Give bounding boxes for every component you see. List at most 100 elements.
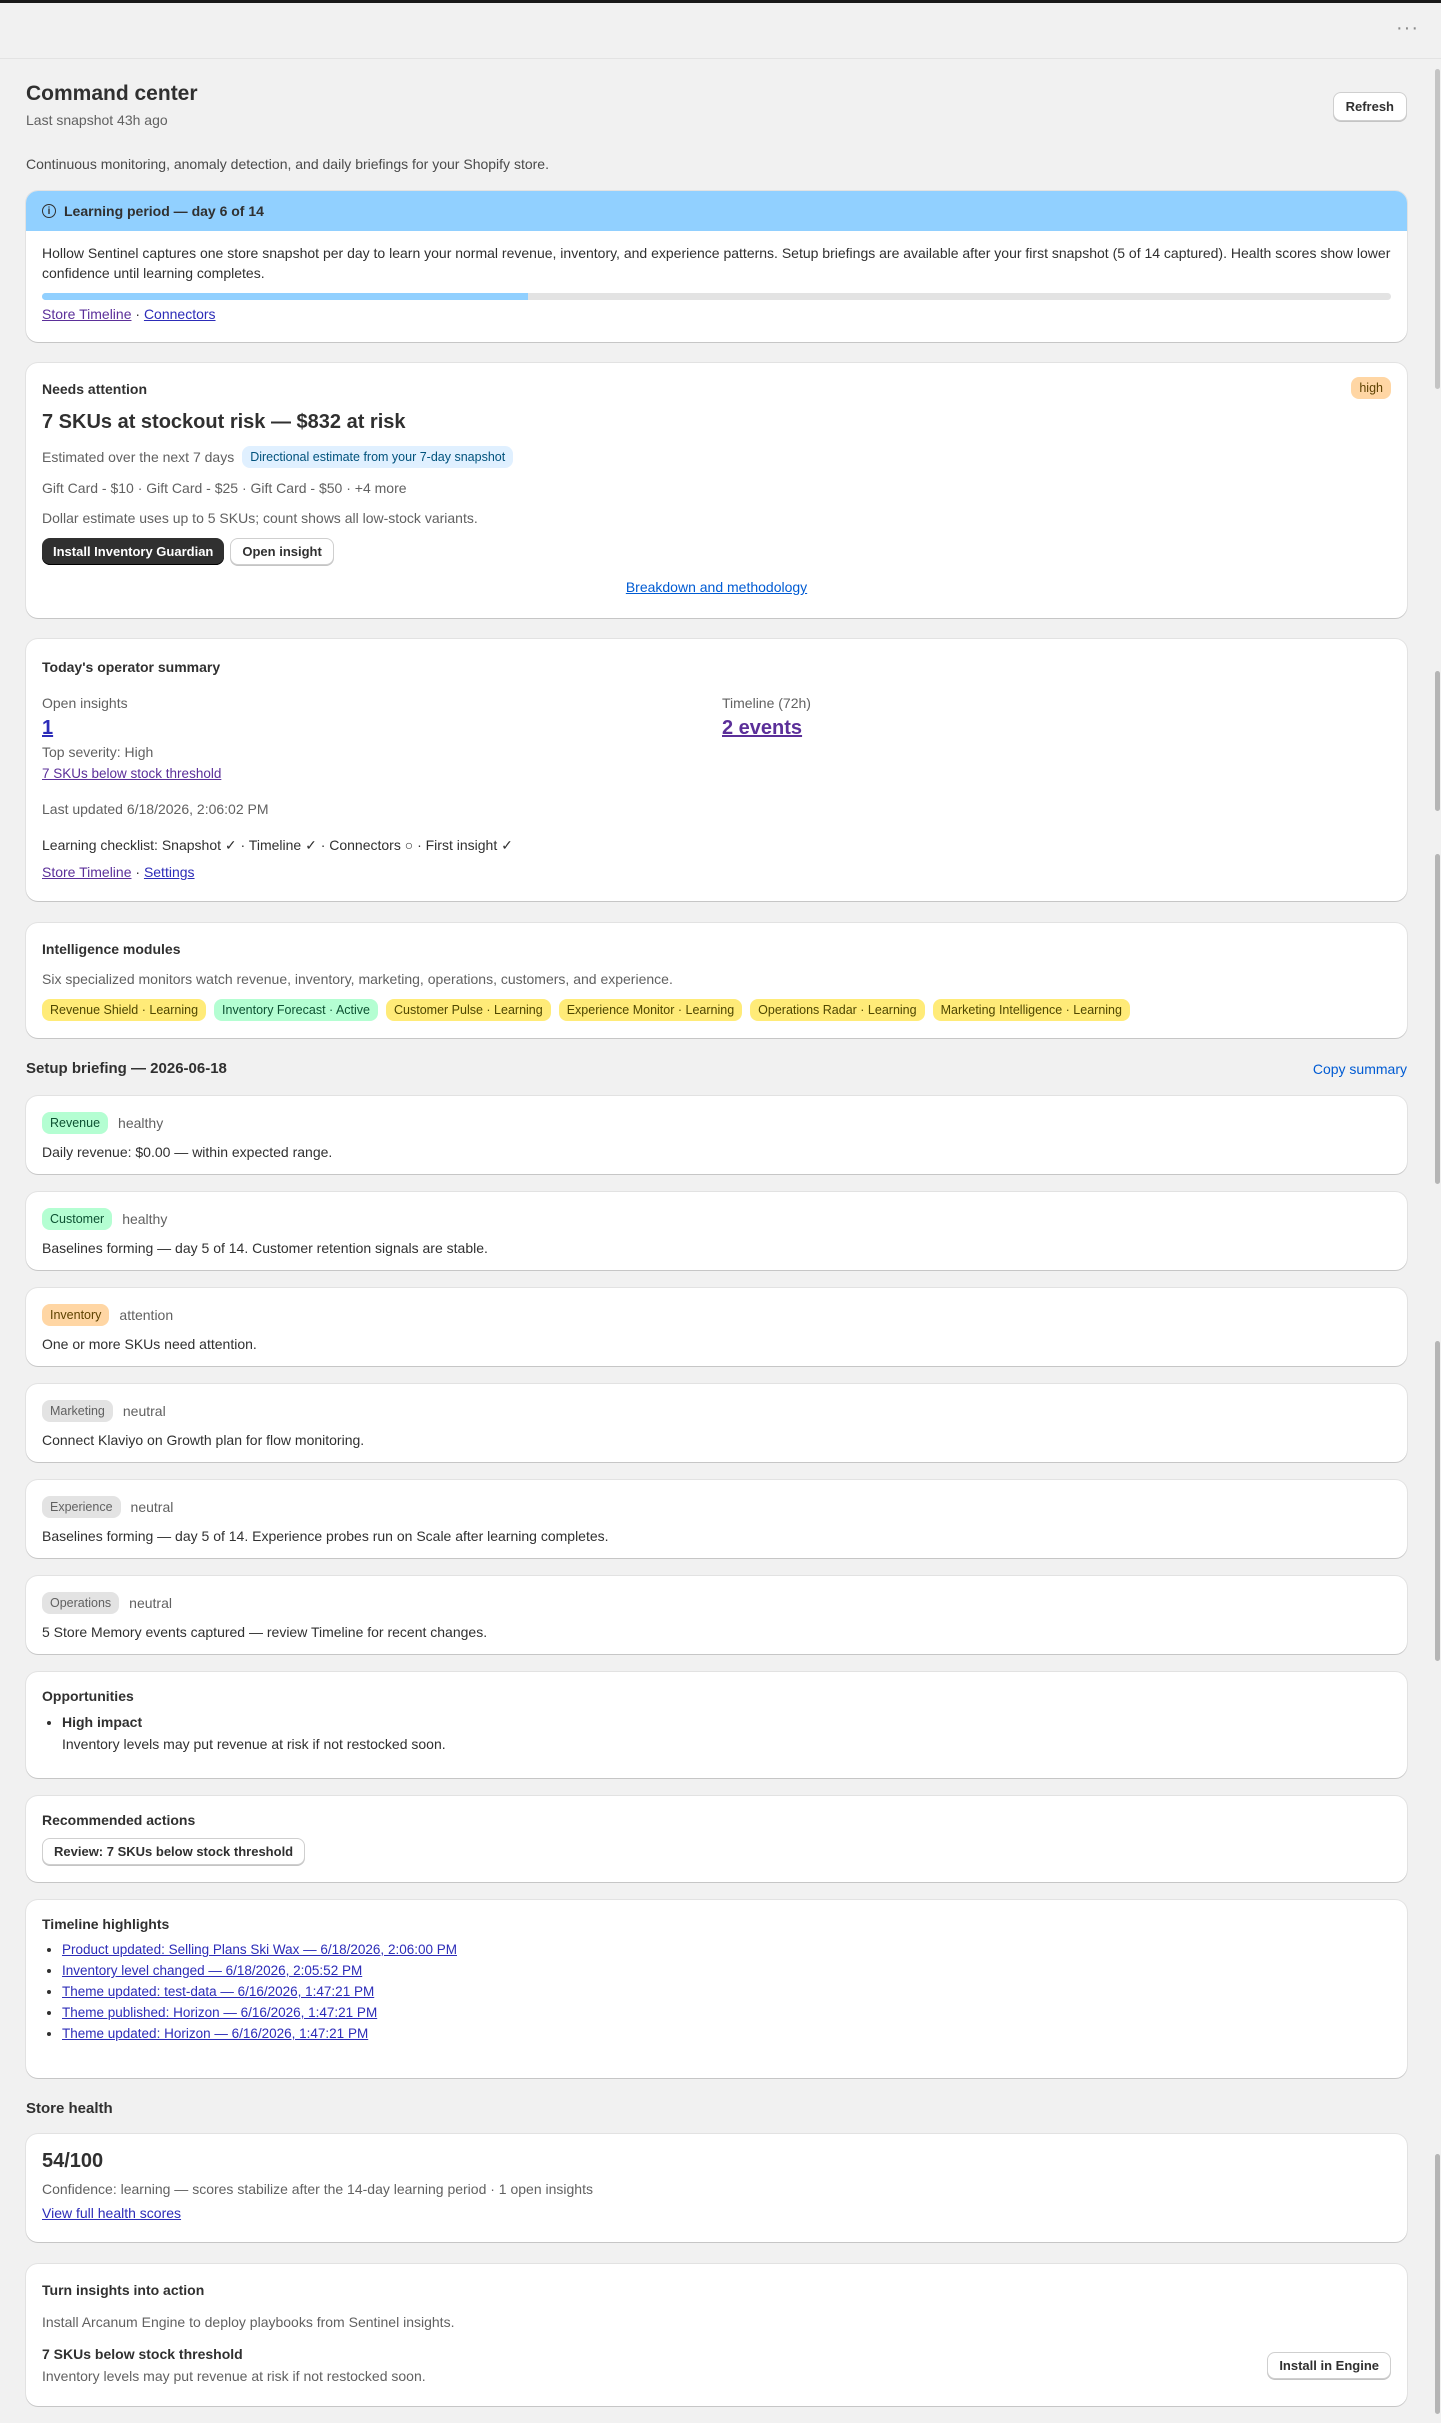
timeline-event-link[interactable]: Inventory level changed — 6/18/2026, 2:0… bbox=[62, 1963, 362, 1978]
link-separator: · bbox=[135, 864, 141, 880]
settings-link[interactable]: Settings bbox=[144, 864, 195, 880]
copy-summary-button[interactable]: Copy summary bbox=[1313, 1061, 1407, 1077]
module-badge: Customer Pulse · Learning bbox=[386, 999, 551, 1021]
module-badge: Marketing Intelligence · Learning bbox=[932, 999, 1130, 1021]
briefing-row: Revenue healthy Daily revenue: $0.00 — w… bbox=[26, 1096, 1407, 1174]
briefing-tag: Experience bbox=[42, 1496, 121, 1518]
briefing-row: Marketing neutral Connect Klaviyo on Gro… bbox=[26, 1384, 1407, 1462]
install-in-engine-button[interactable]: Install in Engine bbox=[1267, 2352, 1391, 2379]
health-score: 54/100 bbox=[42, 2150, 104, 2172]
briefing-status: attention bbox=[119, 1307, 174, 1323]
briefing-row: Operations neutral 5 Store Memory events… bbox=[26, 1576, 1407, 1654]
attention-headline: 7 SKUs at stockout risk — $832 at risk bbox=[42, 411, 406, 433]
scrollbar-thumb[interactable] bbox=[1435, 69, 1440, 389]
modules-title: Intelligence modules bbox=[42, 941, 181, 957]
modules-description: Six specialized monitors watch revenue, … bbox=[42, 971, 673, 987]
link-separator: · bbox=[135, 306, 141, 322]
briefing-text: One or more SKUs need attention. bbox=[42, 1336, 257, 1352]
action-title: Turn insights into action bbox=[42, 2282, 205, 2298]
top-divider bbox=[0, 58, 1441, 59]
page-description: Continuous monitoring, anomaly detection… bbox=[26, 156, 549, 172]
briefing-status: neutral bbox=[130, 1499, 174, 1515]
scrollbar-marker bbox=[1435, 2154, 1440, 2414]
top-severity: Top severity: High bbox=[42, 744, 154, 760]
learning-title: Learning period — day 6 of 14 bbox=[64, 203, 264, 219]
briefing-text: Baselines forming — day 5 of 14. Experie… bbox=[42, 1528, 609, 1544]
module-badge: Inventory Forecast · Active bbox=[214, 999, 379, 1021]
timeline-highlights-card: Timeline highlights Product updated: Sel… bbox=[26, 1900, 1407, 2078]
opportunities-card: Opportunities High impact Inventory leve… bbox=[26, 1672, 1407, 1778]
learning-progress-fill bbox=[42, 293, 528, 300]
briefing-text: 5 Store Memory events captured — review … bbox=[42, 1624, 488, 1640]
briefing-text: Daily revenue: $0.00 — within expected r… bbox=[42, 1144, 333, 1160]
opportunity-impact: High impact bbox=[62, 1714, 143, 1730]
briefing-row: Customer healthy Baselines forming — day… bbox=[26, 1192, 1407, 1270]
timeline-event-link[interactable]: Theme published: Horizon — 6/16/2026, 1:… bbox=[62, 2005, 377, 2020]
breakdown-link[interactable]: Breakdown and methodology bbox=[626, 579, 807, 595]
module-badge: Operations Radar · Learning bbox=[750, 999, 925, 1021]
briefing-status: neutral bbox=[122, 1403, 166, 1419]
briefing-status: healthy bbox=[118, 1115, 164, 1131]
recommended-title: Recommended actions bbox=[42, 1812, 196, 1828]
severity-badge: high bbox=[1351, 377, 1391, 399]
briefing-tag: Marketing bbox=[42, 1400, 113, 1422]
review-stock-button[interactable]: Review: 7 SKUs below stock threshold bbox=[42, 1838, 306, 1865]
briefing-tag: Inventory bbox=[42, 1304, 110, 1326]
briefing-tag: Customer bbox=[42, 1208, 113, 1230]
refresh-button[interactable]: Refresh bbox=[1332, 92, 1407, 121]
module-badge: Revenue Shield · Learning bbox=[42, 999, 207, 1021]
view-health-scores-link[interactable]: View full health scores bbox=[42, 2205, 181, 2221]
connectors-link[interactable]: Connectors bbox=[144, 306, 216, 322]
opportunity-item: High impact Inventory levels may put rev… bbox=[62, 1714, 1391, 1752]
learning-banner-header: i Learning period — day 6 of 14 bbox=[26, 191, 1407, 231]
open-insight-button[interactable]: Open insight bbox=[230, 538, 334, 565]
learning-checklist: Learning checklist: Snapshot ✓ · Timelin… bbox=[42, 837, 513, 853]
top-insight-link[interactable]: 7 SKUs below stock threshold bbox=[42, 766, 722, 781]
health-confidence: Confidence: learning — scores stabilize … bbox=[42, 2181, 593, 2197]
page-title: Command center bbox=[26, 82, 198, 105]
briefing-title: Setup briefing — 2026-06-18 bbox=[26, 1060, 227, 1077]
timeline-event-link[interactable]: Theme updated: Horizon — 6/16/2026, 1:47… bbox=[62, 2026, 368, 2041]
opportunities-title: Opportunities bbox=[42, 1688, 134, 1704]
scrollbar-marker bbox=[1435, 1004, 1440, 1184]
last-updated: Last updated 6/18/2026, 2:06:02 PM bbox=[42, 801, 269, 817]
more-menu-icon[interactable]: ··· bbox=[1396, 17, 1419, 40]
open-insights-value[interactable]: 1 bbox=[42, 717, 722, 740]
learning-body: Hollow Sentinel captures one store snaps… bbox=[42, 245, 1391, 281]
estimate-text: Estimated over the next 7 days bbox=[42, 449, 235, 465]
info-icon: i bbox=[42, 204, 56, 218]
scrollbar-marker bbox=[1435, 1341, 1440, 1661]
affected-items: Gift Card - $10 · Gift Card - $25 · Gift… bbox=[42, 480, 407, 496]
needs-attention-title: Needs attention bbox=[42, 381, 148, 397]
modules-badge-list: Revenue Shield · Learning Inventory Fore… bbox=[42, 999, 1391, 1021]
turn-insights-card: Turn insights into action Install Arcanu… bbox=[26, 2264, 1407, 2406]
timeline-event-link[interactable]: Theme updated: test-data — 6/16/2026, 1:… bbox=[62, 1984, 374, 1999]
install-inventory-guardian-button[interactable]: Install Inventory Guardian bbox=[42, 538, 225, 565]
briefing-tag: Revenue bbox=[42, 1112, 109, 1134]
scrollbar[interactable] bbox=[1433, 59, 1441, 2423]
store-timeline-link[interactable]: Store Timeline bbox=[42, 306, 131, 322]
briefing-row: Inventory attention One or more SKUs nee… bbox=[26, 1288, 1407, 1366]
briefing-tag: Operations bbox=[42, 1592, 120, 1614]
page-header: Command center Last snapshot 43h ago Ref… bbox=[26, 80, 1407, 172]
intelligence-modules-card: Intelligence modules Six specialized mon… bbox=[26, 923, 1407, 1038]
opportunity-text: Inventory levels may put revenue at risk… bbox=[62, 1736, 446, 1752]
scrollbar-marker bbox=[1435, 671, 1440, 811]
briefing-status: neutral bbox=[129, 1595, 172, 1611]
timeline-title: Timeline highlights bbox=[42, 1916, 170, 1932]
timeline-events-link[interactable]: 2 events bbox=[722, 717, 811, 740]
learning-progress-bar bbox=[42, 293, 1391, 300]
operator-summary-title: Today's operator summary bbox=[42, 659, 221, 675]
operator-summary-card: Today's operator summary Open insights 1… bbox=[26, 639, 1407, 901]
open-insights-label: Open insights bbox=[42, 695, 128, 711]
action-item-title: 7 SKUs below stock threshold bbox=[42, 2346, 243, 2362]
action-item-text: Inventory levels may put revenue at risk… bbox=[42, 2368, 426, 2384]
last-snapshot: Last snapshot 43h ago bbox=[26, 112, 168, 128]
store-health-card: 54/100 Confidence: learning — scores sta… bbox=[26, 2134, 1407, 2242]
top-bar: ··· bbox=[0, 0, 1441, 58]
needs-attention-card: Needs attention high 7 SKUs at stockout … bbox=[26, 363, 1407, 618]
briefing-status: healthy bbox=[122, 1211, 168, 1227]
store-health-title: Store health bbox=[26, 2100, 113, 2117]
store-timeline-link[interactable]: Store Timeline bbox=[42, 864, 131, 880]
timeline-event-link[interactable]: Product updated: Selling Plans Ski Wax —… bbox=[62, 1942, 457, 1957]
